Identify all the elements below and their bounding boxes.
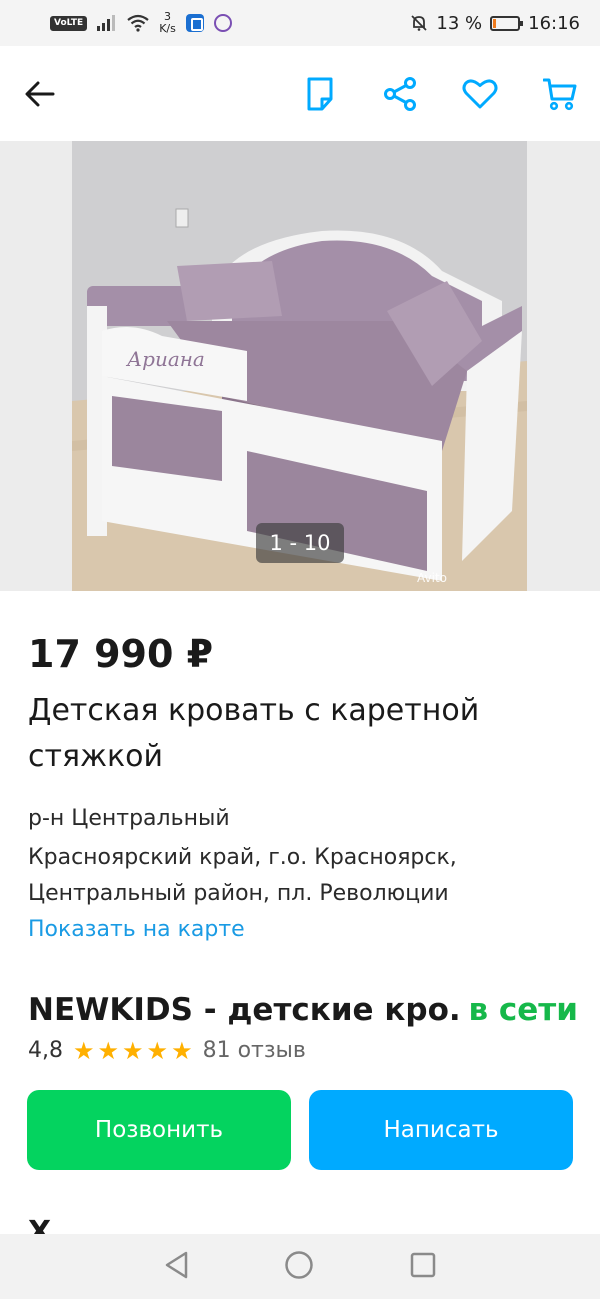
nav-home-icon bbox=[285, 1250, 313, 1279]
system-nav-bar bbox=[0, 1234, 600, 1299]
toolbar-actions bbox=[300, 74, 580, 114]
nav-back-button[interactable] bbox=[163, 1250, 189, 1284]
status-left: VoLTE 3 K/s bbox=[50, 11, 232, 35]
rating-stars: ★ ★ ★ ★ ★ bbox=[73, 1039, 193, 1063]
speed-unit: K/s bbox=[159, 22, 176, 35]
back-arrow-icon bbox=[25, 81, 55, 106]
seller-header[interactable]: NEWKIDS - детские кро... в сети bbox=[28, 992, 578, 1028]
write-message-button[interactable]: Написать bbox=[309, 1090, 573, 1170]
photo-gallery[interactable]: Ариана Avito 1 - 10 bbox=[0, 141, 600, 591]
star-icon: ★ bbox=[146, 1036, 169, 1065]
nav-home-button[interactable] bbox=[284, 1250, 314, 1284]
nav-back-icon bbox=[165, 1251, 188, 1278]
battery-icon bbox=[490, 15, 524, 31]
clock: 16:16 bbox=[528, 12, 580, 34]
rating-value: 4,8 bbox=[28, 1038, 63, 1063]
star-icon: ★ bbox=[73, 1036, 95, 1065]
viber-icon bbox=[213, 14, 232, 32]
mute-bell-icon bbox=[411, 15, 428, 31]
nav-recents-icon bbox=[410, 1252, 436, 1277]
status-right: 13 % 16:16 bbox=[410, 13, 580, 34]
share-icon bbox=[384, 76, 416, 111]
signal-icon bbox=[97, 15, 116, 31]
note-icon bbox=[307, 77, 333, 110]
star-icon: ★ bbox=[97, 1036, 120, 1065]
listing-title: Детская кровать с каретной стяжкой bbox=[28, 693, 480, 774]
seller-name[interactable]: NEWKIDS - детские кро... bbox=[28, 992, 463, 1028]
top-app-bar bbox=[0, 46, 600, 141]
address-line-1: Красноярский край, г.о. Красноярск, bbox=[28, 845, 457, 870]
wifi-icon bbox=[127, 14, 149, 32]
network-speed: 3 K/s bbox=[159, 11, 176, 35]
address-line-2: Центральный район, пл. Революции bbox=[28, 881, 449, 906]
favorite-button[interactable] bbox=[460, 74, 500, 114]
call-button[interactable]: Позвонить bbox=[27, 1090, 291, 1170]
cart-icon bbox=[543, 78, 577, 110]
app-notification-icon bbox=[185, 14, 204, 32]
district: р-н Центральный bbox=[28, 806, 230, 831]
status-bar: VoLTE 3 K/s 13 % 16:16 bbox=[0, 0, 600, 46]
headboard-text: Ариана bbox=[125, 347, 205, 371]
battery-percent: 13 % bbox=[436, 12, 483, 34]
photo-counter: 1 - 10 bbox=[256, 523, 344, 563]
reviews-count[interactable]: 81 отзыв bbox=[203, 1038, 306, 1063]
back-button[interactable] bbox=[20, 74, 60, 114]
volte-indicator: VoLTE bbox=[50, 15, 88, 31]
avito-watermark: Avito bbox=[417, 571, 447, 585]
share-button[interactable] bbox=[380, 74, 420, 114]
online-status: в сети bbox=[468, 992, 579, 1028]
nav-recents-button[interactable] bbox=[409, 1251, 437, 1283]
note-button[interactable] bbox=[300, 74, 340, 114]
show-on-map-link[interactable]: Показать на карте bbox=[28, 917, 245, 942]
battery-level bbox=[493, 18, 497, 28]
seller-rating[interactable]: 4,8 ★ ★ ★ ★ ★ 81 отзыв bbox=[28, 1038, 306, 1063]
star-icon: ★ bbox=[122, 1036, 144, 1065]
heart-icon bbox=[462, 78, 498, 108]
price: 17 990 ₽ bbox=[28, 632, 214, 676]
star-icon: ★ bbox=[171, 1036, 193, 1065]
cart-button[interactable] bbox=[540, 74, 580, 114]
